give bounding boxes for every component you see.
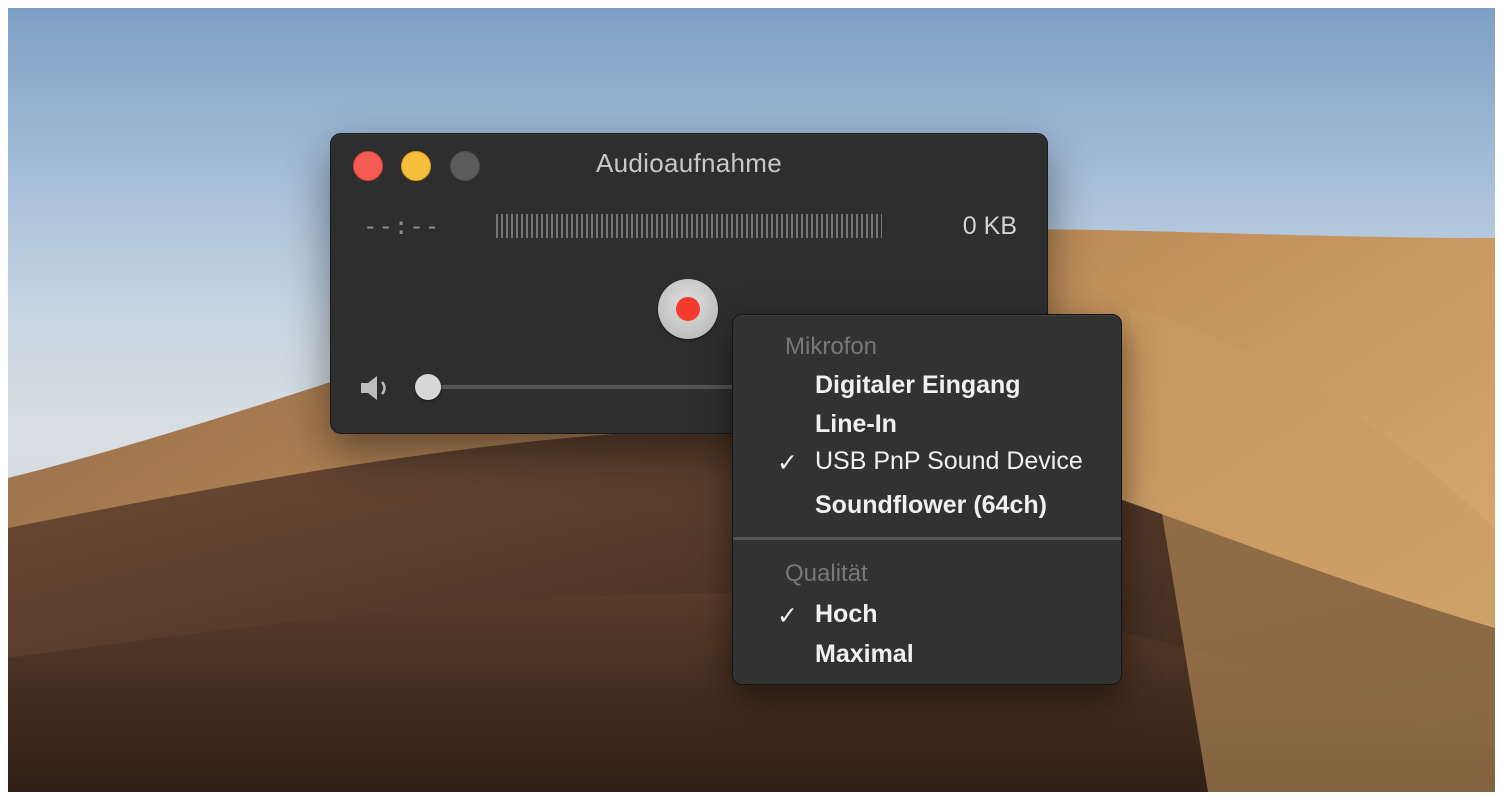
menu-item-digitaler-eingang[interactable]: Digitaler Eingang	[733, 369, 1121, 407]
window-title: Audioaufnahme	[595, 148, 783, 178]
speaker-icon	[359, 374, 393, 407]
menu-item-label: Soundflower (64ch)	[815, 491, 1047, 519]
menu-item-line-in[interactable]: Line-In	[733, 408, 1121, 446]
menu-item-hoch[interactable]: ✓ Hoch	[733, 598, 1121, 636]
audio-level-meter	[496, 214, 882, 238]
record-button[interactable]	[658, 279, 718, 339]
file-size-display: 0 KB	[962, 212, 1017, 240]
checkmark-icon: ✓	[777, 602, 798, 630]
menu-item-label: Line-In	[815, 410, 897, 438]
menu-item-label: Digitaler Eingang	[815, 371, 1021, 399]
menu-header-microphone: Mikrofon	[785, 333, 878, 360]
menu-item-label: Hoch	[815, 600, 878, 628]
menu-item-label: Maximal	[815, 640, 914, 668]
record-icon	[676, 297, 700, 321]
checkmark-icon: ✓	[777, 449, 798, 477]
menu-item-maximal[interactable]: Maximal	[733, 638, 1121, 676]
menu-item-usb-pnp-sound-device[interactable]: ✓ USB PnP Sound Device	[733, 445, 1121, 483]
menu-header-quality: Qualität	[785, 560, 868, 587]
recording-time-display: --:--	[363, 212, 441, 240]
recording-options-menu: Mikrofon Digitaler Eingang Line-In ✓ USB…	[732, 314, 1122, 685]
menu-item-label: USB PnP Sound Device	[815, 447, 1083, 475]
volume-slider-thumb[interactable]	[415, 374, 441, 400]
menu-separator	[733, 537, 1121, 540]
volume-slider-track[interactable]	[429, 385, 749, 389]
menu-item-soundflower[interactable]: Soundflower (64ch)	[733, 489, 1121, 527]
